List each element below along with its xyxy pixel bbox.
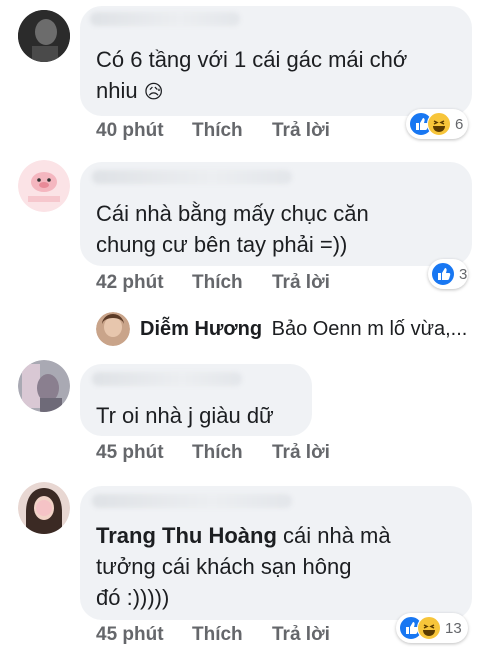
reply-button[interactable]: Trả lời [272, 442, 330, 464]
reaction-count: 3 [459, 265, 468, 283]
sad-emoji: 😥 [143, 82, 164, 103]
comment-bubble: Tr oi nhà j giàu dữ [80, 364, 312, 436]
reaction-count: 6 [455, 115, 464, 133]
comment-text: Trang Thu Hoàng cái nhà mà tưởng cái khá… [96, 523, 391, 610]
comment-time[interactable]: 45 phút [96, 442, 164, 464]
avatar-photo [18, 10, 70, 62]
reply-button[interactable]: Trả lời [272, 272, 330, 294]
reply-author[interactable]: Diễm Hương [140, 318, 262, 340]
redacted-author-name [90, 12, 240, 26]
avatar-photo [18, 482, 70, 534]
comment-bubble: Có 6 tầng với 1 cái gác mái chớ nhiu 😥 [80, 6, 472, 116]
comment-bubble: Cái nhà bằng mấy chục căn chung cư bên t… [80, 162, 472, 266]
reply-avatar[interactable] [96, 312, 130, 346]
reply-preview[interactable]: Diễm Hương Bảo Oenn m lố vừa,... [140, 318, 467, 341]
avatar[interactable] [18, 160, 70, 212]
haha-icon [427, 112, 451, 136]
like-button[interactable]: Thích [192, 442, 243, 464]
avatar[interactable] [18, 360, 70, 412]
avatar[interactable] [18, 10, 70, 62]
like-button[interactable]: Thích [192, 272, 243, 294]
comment-time[interactable]: 42 phút [96, 272, 164, 294]
redacted-author-name [92, 170, 292, 184]
comment-text: Tr oi nhà j giàu dữ [96, 403, 274, 428]
reaction-summary[interactable]: 3 [428, 259, 468, 289]
avatar-photo [96, 312, 130, 346]
like-icon [431, 262, 455, 286]
comment-time[interactable]: 40 phút [96, 120, 164, 142]
comment-time[interactable]: 45 phút [96, 624, 164, 646]
haha-icon [417, 616, 441, 640]
reply-button[interactable]: Trả lời [272, 624, 330, 646]
like-button[interactable]: Thích [192, 120, 243, 142]
redacted-author-name [92, 494, 292, 508]
reaction-count: 13 [445, 619, 462, 637]
comment-bubble: Trang Thu Hoàng cái nhà mà tưởng cái khá… [80, 486, 472, 620]
reaction-summary[interactable]: 6 [406, 109, 468, 139]
avatar-photo [18, 160, 70, 212]
avatar-photo [18, 360, 70, 412]
comment-text: Có 6 tầng với 1 cái gác mái chớ nhiu 😥 [96, 47, 408, 103]
comment-text: Cái nhà bằng mấy chục căn chung cư bên t… [96, 201, 369, 257]
avatar[interactable] [18, 482, 70, 534]
reply-button[interactable]: Trả lời [272, 120, 330, 142]
mention-tag[interactable]: Trang Thu Hoàng [96, 523, 277, 548]
reply-preview-text: Bảo Oenn m lố vừa,... [271, 318, 468, 340]
redacted-author-name [92, 372, 242, 386]
reaction-summary[interactable]: 13 [396, 613, 468, 643]
like-button[interactable]: Thích [192, 624, 243, 646]
